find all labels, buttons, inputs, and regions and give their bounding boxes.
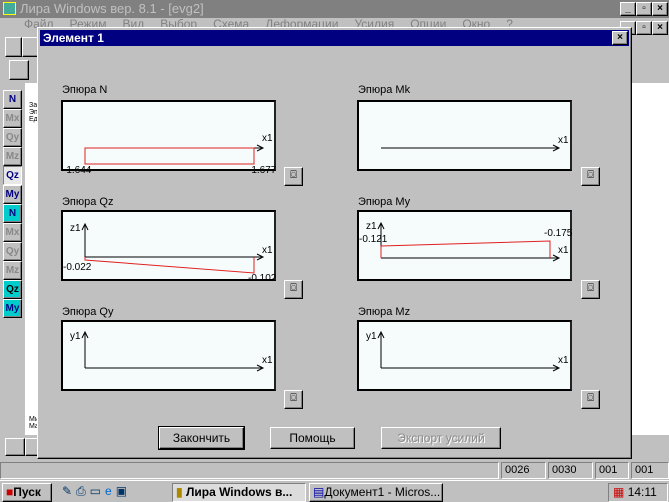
tool-qz-alt[interactable]: Qz [3, 280, 22, 299]
lira-icon: ▮ [176, 485, 183, 499]
desktop-icon[interactable]: ▭ [90, 484, 105, 498]
tool-mz-alt[interactable]: Mz [3, 261, 22, 280]
camera-icon[interactable]: ⌼ [581, 167, 600, 186]
axis-x-label: x1 [558, 355, 569, 366]
panel-title-qz: Эпюра Qz [62, 196, 114, 208]
quicklaunch-icon[interactable]: ▣ [116, 484, 131, 498]
help-button[interactable]: Помощь [270, 427, 355, 449]
close-app-button[interactable]: × [652, 2, 668, 16]
axis-y-label: z1 [366, 221, 377, 232]
export-forces-button[interactable]: Экспорт усилий [381, 427, 501, 449]
panel-title-qy: Эпюра Qy [62, 306, 114, 318]
value-end: -0.175 [544, 228, 573, 239]
ie-icon[interactable]: e [105, 484, 116, 498]
value-start: -0.022 [63, 262, 92, 273]
panel-title-mk: Эпюра Mk [358, 84, 411, 96]
status-field-3: 001 [595, 462, 629, 479]
tray-icon[interactable]: ▦ [613, 485, 624, 499]
doc-close-button[interactable]: × [652, 21, 668, 35]
axis-y-label: z1 [70, 223, 81, 234]
start-label: Пуск [13, 485, 41, 499]
axis-y-label: y1 [70, 331, 81, 342]
task-label: Документ1 - Micros... [324, 485, 441, 499]
axis-y-label: y1 [366, 331, 377, 342]
dialog-close-button[interactable]: × [612, 31, 628, 45]
tool-my[interactable]: My [3, 185, 22, 204]
start-button[interactable]: ■Пуск [2, 483, 52, 502]
task-word[interactable]: ▤Документ1 - Micros... [309, 483, 443, 502]
panel-title-mz: Эпюра Mz [358, 306, 411, 318]
value-end: -0.102 [248, 273, 277, 284]
diagram-mk: x1 [357, 100, 572, 171]
tool-my-alt[interactable]: My [3, 299, 22, 318]
tool-qy-alt[interactable]: Qy [3, 242, 22, 261]
tool-qy[interactable]: Qy [3, 128, 22, 147]
right-view-area [631, 83, 669, 435]
dialog-title: Элемент 1 [43, 31, 104, 45]
doc-restore-button[interactable]: ▫ [636, 21, 652, 35]
quicklaunch-icon[interactable]: ✎ [62, 484, 76, 498]
panel-title-n: Эпюра N [62, 84, 108, 96]
value-end: -1.677 [248, 165, 277, 176]
system-tray: ▦ 14:11 [608, 483, 668, 502]
clock: 14:11 [627, 485, 657, 499]
camera-icon[interactable]: ⌼ [284, 280, 303, 299]
dialog-title-bar: Элемент 1 × [40, 30, 629, 46]
status-field-4: 001 [631, 462, 669, 479]
diagram-qy: y1 x1 [61, 320, 276, 391]
camera-icon[interactable]: ⌼ [581, 280, 600, 299]
app-title: Лира Windows вер. 8.1 - [evg2] [20, 1, 204, 16]
tool-qz[interactable]: Qz [3, 166, 22, 185]
camera-icon[interactable]: ⌼ [284, 390, 303, 409]
diagram-my: z1 x1 -0.121 -0.175 [357, 210, 572, 281]
word-icon: ▤ [313, 485, 325, 499]
restore-button[interactable]: ▫ [636, 2, 652, 16]
axis-x-label: x1 [558, 245, 569, 256]
value-start: -0.121 [359, 234, 388, 245]
camera-icon[interactable]: ⌼ [284, 167, 303, 186]
status-main [0, 462, 499, 479]
tool-mx-alt[interactable]: Mx [3, 223, 22, 242]
status-field-1: 0026 [501, 462, 546, 479]
value-start: -1.644 [63, 165, 92, 176]
task-label: Лира Windows в... [185, 485, 293, 499]
status-field-2: 0030 [548, 462, 593, 479]
tool-mz[interactable]: Mz [3, 147, 22, 166]
toolbar-button-1[interactable] [5, 37, 22, 57]
diagram-qz: z1 x1 -0.022 -0.102 [61, 210, 277, 284]
axis-x-label: x1 [262, 245, 273, 256]
minimize-button[interactable]: _ [620, 2, 636, 16]
axis-x-label: x1 [262, 355, 273, 366]
diagram-n: x1 -1.644 -1.677 [61, 100, 276, 176]
tool-n[interactable]: N [3, 90, 22, 109]
camera-icon[interactable]: ⌼ [581, 390, 600, 409]
app-icon [3, 2, 16, 15]
bottom-tool-1[interactable] [5, 438, 25, 456]
finish-button[interactable]: Закончить [158, 426, 245, 450]
axis-x-label: x1 [262, 133, 273, 144]
panel-title-my: Эпюра My [358, 196, 411, 208]
app-title-bar: Лира Windows вер. 8.1 - [evg2] _ ▫ × [0, 0, 669, 18]
axis-x-label: x1 [558, 135, 569, 146]
tool-mx[interactable]: Mx [3, 109, 22, 128]
quicklaunch-icon[interactable]: ⎙ [76, 484, 90, 498]
quick-launch: ✎⎙▭e▣ [62, 484, 131, 499]
task-lira[interactable]: ▮ Лира Windows в... [172, 483, 306, 502]
toolbar-button-3[interactable] [9, 60, 29, 80]
tool-n-alt[interactable]: N [3, 204, 22, 223]
diagram-mz: y1 x1 [357, 320, 572, 391]
